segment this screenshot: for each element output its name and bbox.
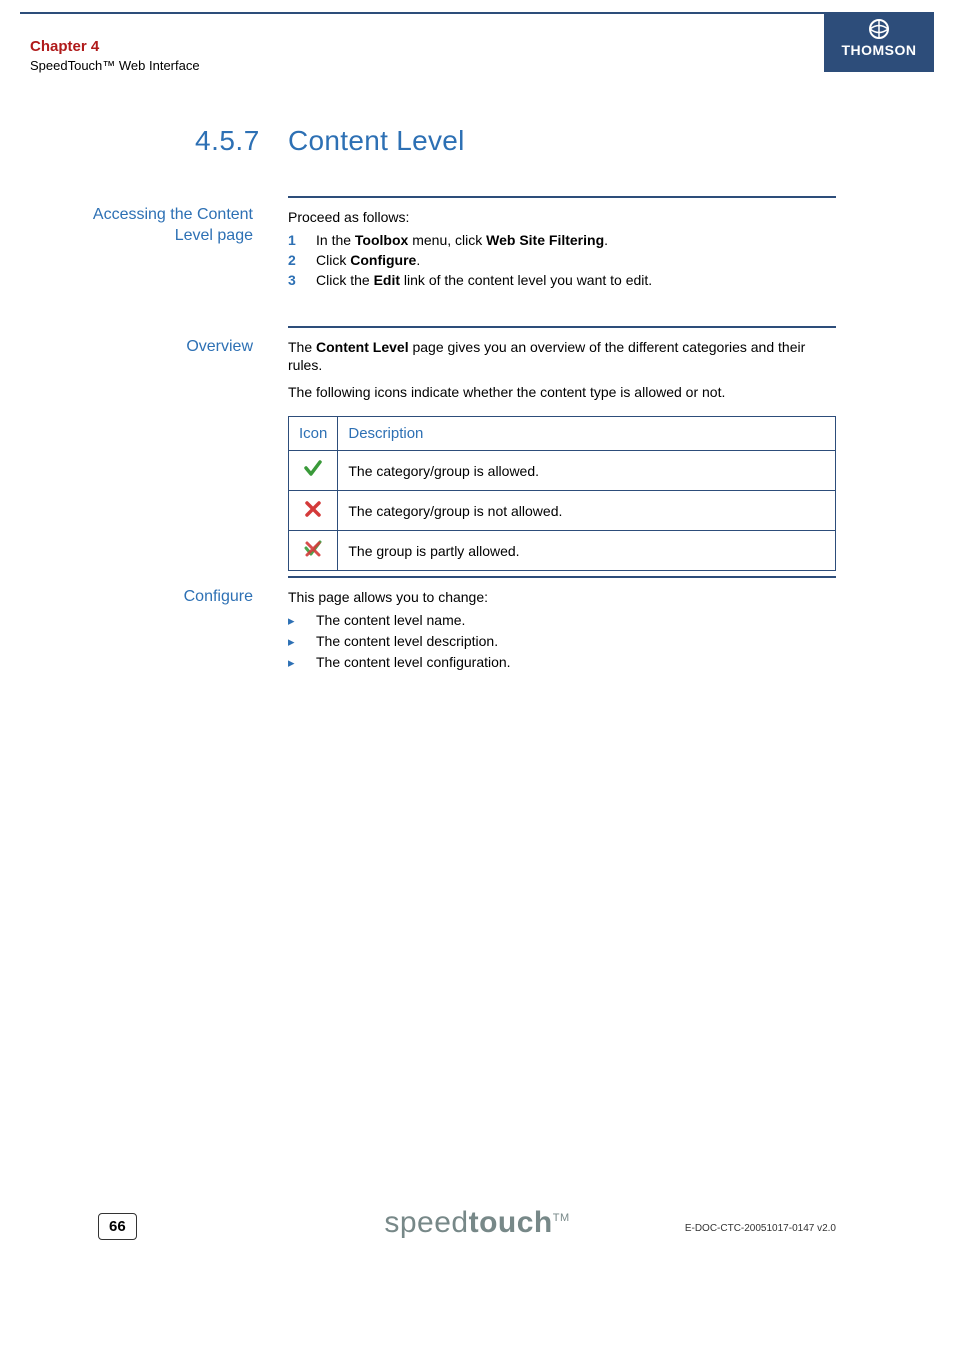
text: . — [416, 252, 420, 268]
text-bold: Edit — [374, 272, 400, 288]
globe-icon — [866, 18, 892, 40]
brand-logo: THOMSON — [824, 12, 934, 72]
text: The — [288, 339, 316, 355]
overview-p2: The following icons indicate whether the… — [288, 383, 836, 402]
icon-description-table: Icon Description The category/group is a… — [288, 416, 836, 571]
th-icon: Icon — [289, 417, 338, 451]
list-item: ▸The content level description. — [288, 633, 836, 650]
list-item: 1 In the Toolbox menu, click Web Site Fi… — [288, 232, 836, 248]
section-title: Content Level — [288, 125, 465, 157]
section-configure: This page allows you to change: ▸The con… — [288, 576, 836, 675]
text: menu, click — [408, 232, 486, 248]
text: link of the content level you want to ed… — [400, 272, 652, 288]
step-text: In the Toolbox menu, click Web Site Filt… — [316, 232, 608, 248]
step-number: 2 — [288, 252, 316, 268]
cell-description: The category/group is allowed. — [338, 451, 836, 491]
chapter-subtitle: SpeedTouch™ Web Interface — [30, 58, 200, 73]
text: Click the — [316, 272, 374, 288]
table-row: The category/group is allowed. — [289, 451, 836, 491]
brand-name: THOMSON — [824, 42, 934, 58]
text-bold: Configure — [350, 252, 416, 268]
list-item: ▸The content level configuration. — [288, 654, 836, 671]
text: In the — [316, 232, 355, 248]
list-item: ▸The content level name. — [288, 612, 836, 629]
margin-label-overview: Overview — [73, 337, 253, 358]
configure-intro: This page allows you to change: — [288, 588, 836, 607]
step-number: 1 — [288, 232, 316, 248]
bullet-text: The content level configuration. — [316, 654, 511, 670]
table-row: The group is partly allowed. — [289, 531, 836, 571]
bullet-icon: ▸ — [288, 613, 316, 629]
partly-allowed-icon — [289, 531, 338, 571]
text-bold: Web Site Filtering — [486, 232, 604, 248]
step-text: Click Configure. — [316, 252, 420, 268]
logo-tm: TM — [553, 1212, 570, 1224]
text-bold: Toolbox — [355, 232, 408, 248]
overview-p1: The Content Level page gives you an over… — [288, 338, 836, 376]
cell-description: The category/group is not allowed. — [338, 491, 836, 531]
table-header-row: Icon Description — [289, 417, 836, 451]
logo-part-a: speed — [384, 1206, 468, 1239]
bullet-icon: ▸ — [288, 655, 316, 671]
bullet-text: The content level name. — [316, 612, 465, 628]
step-number: 3 — [288, 272, 316, 288]
bullet-text: The content level description. — [316, 633, 498, 649]
page: Chapter 4 SpeedTouch™ Web Interface THOM… — [0, 0, 954, 1350]
list-item: 2 Click Configure. — [288, 252, 836, 268]
list-item: 3 Click the Edit link of the content lev… — [288, 272, 836, 288]
allowed-icon — [289, 451, 338, 491]
step-text: Click the Edit link of the content level… — [316, 272, 652, 288]
document-id: E-DOC-CTC-20051017-0147 v2.0 — [685, 1223, 836, 1234]
configure-list: ▸The content level name. ▸The content le… — [288, 612, 836, 671]
top-rule — [20, 12, 934, 14]
section-access: Proceed as follows: 1 In the Toolbox men… — [288, 196, 836, 292]
logo-part-b: touch — [469, 1206, 553, 1239]
cell-description: The group is partly allowed. — [338, 531, 836, 571]
section-overview: The Content Level page gives you an over… — [288, 326, 836, 571]
access-steps: 1 In the Toolbox menu, click Web Site Fi… — [288, 232, 836, 288]
margin-label-access: Accessing the Content Level page — [73, 205, 253, 247]
th-description: Description — [338, 417, 836, 451]
text: Click — [316, 252, 350, 268]
bullet-icon: ▸ — [288, 634, 316, 650]
access-intro: Proceed as follows: — [288, 208, 836, 227]
chapter-label: Chapter 4 — [30, 38, 99, 55]
margin-label-configure: Configure — [73, 587, 253, 608]
not-allowed-icon — [289, 491, 338, 531]
table-row: The category/group is not allowed. — [289, 491, 836, 531]
text: . — [604, 232, 608, 248]
section-number: 4.5.7 — [195, 125, 260, 157]
text-bold: Content Level — [316, 339, 409, 355]
